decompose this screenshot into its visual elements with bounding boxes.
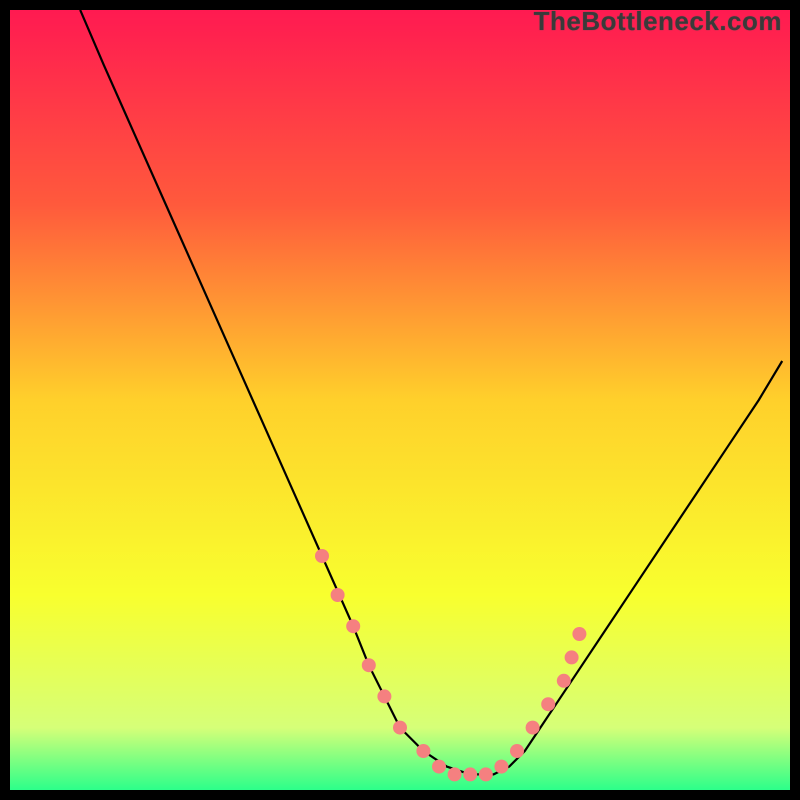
highlight-dot [416,744,430,758]
chart-plot-area [10,10,790,790]
highlight-dot [393,721,407,735]
highlight-dot [315,549,329,563]
chart-background [10,10,790,790]
highlight-dot [463,767,477,781]
highlight-dot [432,760,446,774]
highlight-dot [526,721,540,735]
highlight-dot [448,767,462,781]
highlight-dot [346,619,360,633]
chart-svg [10,10,790,790]
watermark-text: TheBottleneck.com [534,6,782,37]
highlight-dot [494,760,508,774]
highlight-dot [541,697,555,711]
highlight-dot [572,627,586,641]
highlight-dot [557,674,571,688]
highlight-dot [565,650,579,664]
chart-frame: TheBottleneck.com [0,0,800,800]
highlight-dot [510,744,524,758]
highlight-dot [377,689,391,703]
highlight-dot [331,588,345,602]
highlight-dot [362,658,376,672]
highlight-dot [479,767,493,781]
